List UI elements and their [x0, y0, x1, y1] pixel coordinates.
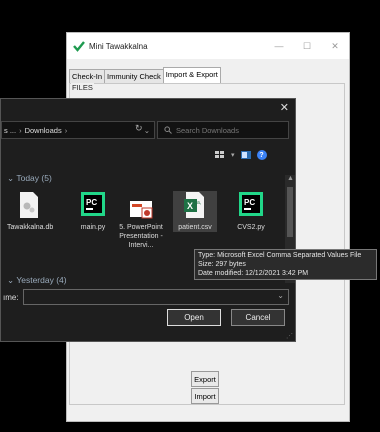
- tooltip-date: Date modified: 12/12/2021 3:42 PM: [198, 270, 309, 277]
- search-icon: [164, 126, 172, 134]
- preview-pane-icon[interactable]: [240, 151, 251, 159]
- dialog-toolbar: ▾ ?: [215, 150, 267, 160]
- file-item[interactable]: PC CVS2.py: [229, 191, 273, 232]
- import-button[interactable]: Import: [191, 388, 219, 404]
- svg-text:PC: PC: [244, 198, 255, 207]
- breadcrumb-downloads[interactable]: Downloads: [25, 126, 62, 135]
- scrollbar-thumb[interactable]: [287, 187, 293, 237]
- tab-import-export[interactable]: Import & Export: [162, 67, 221, 83]
- view-chevron-down-icon[interactable]: ▾: [231, 151, 235, 159]
- filename-input[interactable]: ⌄: [23, 289, 289, 305]
- resize-grip-icon[interactable]: ⋰: [286, 332, 293, 340]
- export-button[interactable]: Export: [191, 371, 219, 387]
- tooltip-size: Size: 297 bytes: [198, 261, 246, 268]
- file-name: 5. PowerPoint Presentation - Intervi...: [119, 224, 163, 249]
- file-item[interactable]: PC main.py: [71, 191, 115, 232]
- file-name: main.py: [80, 224, 106, 231]
- search-input[interactable]: Search Downloads: [157, 121, 289, 139]
- group-today-label: Today (5): [16, 173, 52, 183]
- app-titlebar: Mini Tawakkalna — ☐ ✕: [67, 33, 349, 59]
- file-name: CVS2.py: [237, 224, 265, 231]
- filename-chevron-down-icon[interactable]: ⌄: [277, 291, 284, 300]
- open-file-dialog: ✕ s ... › Downloads › ⌄ ↻ Search Downloa…: [0, 98, 296, 342]
- svg-text:a,: a,: [197, 200, 201, 206]
- breadcrumb-separator-icon: ›: [19, 125, 22, 135]
- file-name: Tawakkalna.db: [7, 224, 54, 231]
- breadcrumb-separator-icon: ›: [64, 125, 68, 135]
- open-button[interactable]: Open: [167, 309, 221, 326]
- svg-text:X: X: [187, 201, 193, 211]
- pycharm-icon: PC: [80, 191, 106, 219]
- excel-csv-icon: X a,: [182, 191, 208, 219]
- file-tooltip: Type: Microsoft Excel Comma Separated Va…: [194, 249, 377, 280]
- group-chevron-icon: ⌄: [7, 275, 17, 285]
- group-yesterday-label: Yesterday (4): [16, 275, 67, 285]
- file-item-selected[interactable]: X a, patient.csv: [173, 191, 217, 232]
- files-label: FILES: [71, 83, 94, 92]
- breadcrumb-prefix[interactable]: s ...: [2, 126, 16, 135]
- minimize-icon[interactable]: —: [265, 41, 293, 52]
- chevron-down-icon[interactable]: ⌄: [144, 126, 150, 135]
- app-title: Mini Tawakkalna: [89, 41, 148, 51]
- pycharm-icon: PC: [238, 191, 264, 219]
- filename-label: ıme:: [3, 293, 19, 302]
- db-file-icon: [16, 191, 42, 219]
- help-icon[interactable]: ?: [256, 150, 267, 160]
- dialog-close-icon[interactable]: ✕: [280, 101, 289, 114]
- maximize-icon[interactable]: ☐: [293, 41, 321, 52]
- address-bar[interactable]: s ... › Downloads › ⌄: [1, 121, 155, 139]
- group-today[interactable]: ⌄ Today (5): [7, 173, 52, 184]
- search-placeholder: Search Downloads: [176, 125, 239, 135]
- view-options-icon[interactable]: [215, 151, 225, 159]
- tooltip-type: Type: Microsoft Excel Comma Separated Va…: [198, 252, 362, 259]
- file-name: patient.csv: [178, 224, 212, 231]
- svg-text:PC: PC: [86, 198, 97, 207]
- file-item[interactable]: Tawakkalna.db: [7, 191, 54, 232]
- powerpoint-icon: [128, 191, 154, 219]
- app-logo-icon: [73, 41, 85, 52]
- group-chevron-icon: ⌄: [7, 173, 17, 183]
- refresh-icon[interactable]: ↻: [135, 123, 143, 134]
- group-yesterday[interactable]: ⌄ Yesterday (4): [7, 275, 67, 286]
- file-item[interactable]: 5. PowerPoint Presentation - Intervi...: [119, 191, 163, 250]
- scroll-up-icon[interactable]: ▲: [287, 175, 294, 182]
- close-icon[interactable]: ✕: [321, 41, 349, 52]
- cancel-button[interactable]: Cancel: [231, 309, 285, 326]
